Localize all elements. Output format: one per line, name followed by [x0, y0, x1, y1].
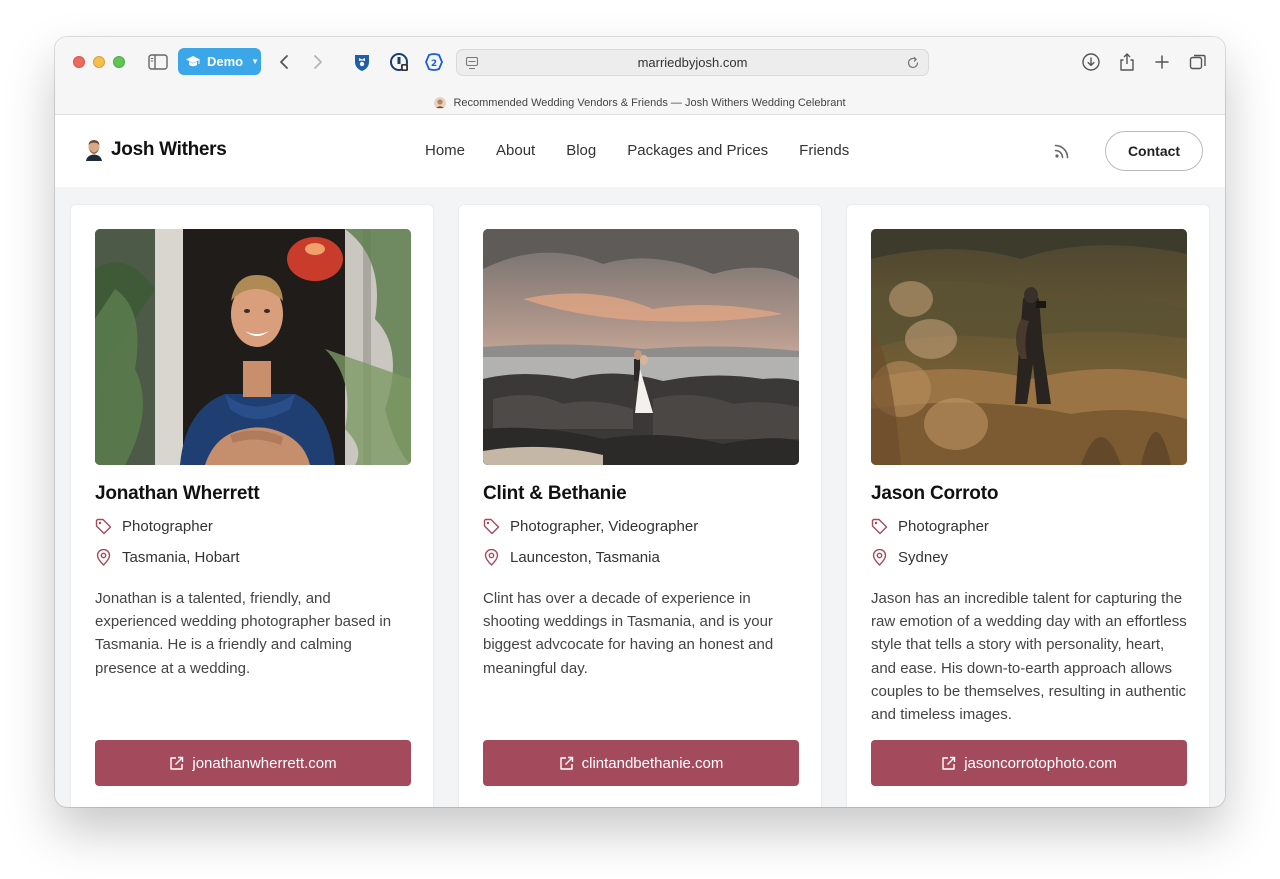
external-link-icon [942, 756, 956, 770]
map-pin-icon [484, 549, 499, 566]
page-settings-icon[interactable] [465, 56, 479, 70]
vendor-name: Clint & Bethanie [483, 483, 627, 504]
vendor-website-button[interactable]: clintandbethanie.com [483, 740, 799, 786]
avatar [86, 140, 102, 161]
vendor-category: Photographer [95, 518, 213, 535]
active-tab[interactable]: Recommended Wedding Vendors & Friends — … [55, 91, 1225, 115]
svg-text:2: 2 [431, 59, 437, 69]
rss-feed-icon[interactable] [1053, 142, 1071, 160]
tab-title: Recommended Wedding Vendors & Friends — … [453, 97, 846, 109]
browser-window: Demo ▼ 2 marriedbyjosh.com Recommended W… [55, 37, 1225, 807]
vendor-description: Clint has over a decade of experience in… [483, 590, 774, 677]
tab-overview-icon[interactable] [1188, 52, 1208, 72]
main-navigation: Home About Blog Packages and Prices Frie… [425, 142, 849, 159]
minimize-window-button[interactable] [93, 56, 105, 68]
vendor-card: Jonathan Wherrett Photographer Tasmania,… [70, 204, 434, 807]
vendor-category-text: Photographer [898, 518, 989, 535]
map-pin-icon [872, 549, 887, 566]
vendor-name: Jonathan Wherrett [95, 483, 260, 504]
bitwarden-extension-icon[interactable]: 2 [424, 52, 444, 72]
zoom-window-button[interactable] [113, 56, 125, 68]
site-favicon-icon [434, 97, 447, 109]
vendor-description: Jonathan is a talented, friendly, and ex… [95, 590, 392, 677]
vendor-category-text: Photographer [122, 518, 213, 535]
nav-about[interactable]: About [496, 142, 535, 159]
vendor-card: Clint & Bethanie Photographer, Videograp… [458, 204, 822, 807]
vendor-website-button[interactable]: jonathanwherrett.com [95, 740, 411, 786]
site-title: Josh Withers [111, 139, 227, 160]
external-link-icon [559, 756, 573, 770]
map-pin-icon [96, 549, 111, 566]
shield-extension-icon[interactable] [352, 52, 372, 72]
vendor-location-text: Launceston, Tasmania [510, 549, 660, 566]
vendor-photo [483, 229, 799, 465]
tag-icon [871, 518, 888, 535]
vendor-category: Photographer, Videographer [483, 518, 698, 535]
vendor-location-text: Tasmania, Hobart [122, 549, 240, 566]
reload-icon[interactable] [906, 56, 920, 70]
nav-blog[interactable]: Blog [566, 142, 596, 159]
site-header: Josh Withers Home About Blog Packages an… [55, 115, 1225, 187]
vendor-category-text: Photographer, Videographer [510, 518, 699, 535]
back-arrow-icon[interactable] [277, 53, 291, 71]
vendor-card: Jason Corroto Photographer Sydney Jason … [846, 204, 1210, 807]
address-bar[interactable]: marriedbyjosh.com [456, 49, 929, 76]
vendor-website-button[interactable]: jasoncorrotophoto.com [871, 740, 1187, 786]
graduation-cap-icon [186, 55, 200, 66]
vendor-description: Jason has an incredible talent for captu… [871, 590, 1187, 724]
vendor-category: Photographer [871, 518, 989, 535]
nav-packages-and-prices[interactable]: Packages and Prices [627, 142, 768, 159]
sidebar-toggle-icon[interactable] [148, 54, 168, 70]
vendor-website-label: jasoncorrotophoto.com [964, 754, 1117, 772]
downloads-icon[interactable] [1081, 52, 1101, 72]
vendor-name: Jason Corroto [871, 483, 999, 504]
vendor-website-label: jonathanwherrett.com [192, 754, 337, 772]
site-logo[interactable]: Josh Withers [85, 139, 227, 161]
nav-friends[interactable]: Friends [799, 142, 849, 159]
vendor-location-text: Sydney [898, 549, 949, 566]
vendor-location: Launceston, Tasmania [483, 549, 660, 566]
tag-icon [483, 518, 500, 535]
new-tab-icon[interactable] [1152, 52, 1172, 72]
vendor-location: Tasmania, Hobart [95, 549, 240, 566]
chevron-down-icon: ▼ [251, 57, 260, 66]
share-icon[interactable] [1117, 52, 1137, 72]
contact-button[interactable]: Contact [1105, 131, 1203, 171]
browser-toolbar: Demo ▼ 2 marriedbyjosh.com Recommended W… [55, 37, 1225, 115]
nav-home[interactable]: Home [425, 142, 465, 159]
tag-icon [95, 518, 112, 535]
password-manager-extension-icon[interactable] [389, 52, 409, 72]
forward-arrow-icon[interactable] [311, 53, 325, 71]
vendor-photo [871, 229, 1187, 465]
vendor-location: Sydney [871, 549, 948, 566]
vendor-photo [95, 229, 411, 465]
close-window-button[interactable] [73, 56, 85, 68]
external-link-icon [170, 756, 184, 770]
profile-switcher-button[interactable]: Demo ▼ [178, 48, 261, 75]
address-url: marriedbyjosh.com [637, 55, 748, 70]
profile-label: Demo [207, 54, 244, 69]
vendor-website-label: clintandbethanie.com [581, 754, 724, 772]
